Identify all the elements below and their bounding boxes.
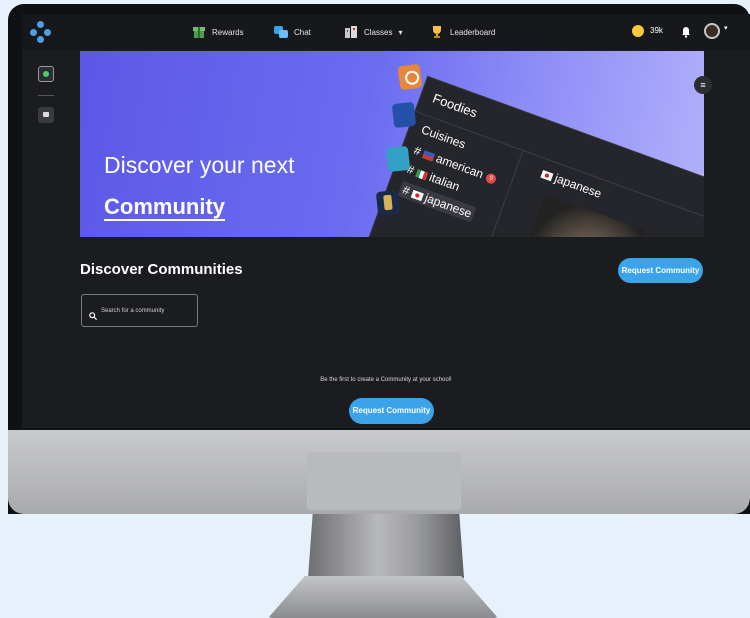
japan-flag-icon xyxy=(540,169,554,182)
monitor-chin-panel xyxy=(307,452,461,510)
request-community-button-bottom[interactable]: Request Community xyxy=(349,398,434,424)
request-community-button[interactable]: Request Community xyxy=(618,258,703,283)
rewards-icon xyxy=(192,25,206,39)
bell-icon[interactable] xyxy=(682,25,690,38)
avatar[interactable] xyxy=(704,23,720,39)
monitor-stand-neck xyxy=(308,514,464,578)
empty-state-message: Be the first to create a Community at yo… xyxy=(320,377,452,383)
nav-leaderboard-label: Leaderboard xyxy=(450,27,496,37)
page-title: Discover Communities xyxy=(80,261,243,278)
community-logo-icon xyxy=(397,63,423,91)
chevron-down-icon: ▾ xyxy=(398,27,403,37)
sidebar xyxy=(22,50,76,428)
search-placeholder: Search for a community xyxy=(101,308,165,314)
app-logo[interactable] xyxy=(30,21,52,43)
unread-badge: 5 xyxy=(484,172,498,185)
app-screen: Rewards Chat Classes ▾ Leaderboard 39k ▾… xyxy=(22,14,750,428)
preview-food-photo xyxy=(514,194,647,237)
nav-chat-label: Chat xyxy=(294,27,311,37)
trophy-icon xyxy=(430,25,444,39)
search-input[interactable]: Search for a community xyxy=(81,294,198,327)
chat-icon xyxy=(274,25,288,39)
nav-rewards-label: Rewards xyxy=(212,27,244,37)
classes-icon xyxy=(344,25,358,39)
nav-leaderboard[interactable]: Leaderboard xyxy=(430,23,495,41)
nav-chat[interactable]: Chat xyxy=(274,23,311,41)
sidebar-divider xyxy=(38,95,54,96)
japan-flag-icon xyxy=(410,189,424,201)
game-community-icon xyxy=(375,189,401,217)
collapse-menu-icon[interactable]: ≡ xyxy=(694,76,712,94)
avatar-chevron-down-icon[interactable]: ▾ xyxy=(724,24,728,32)
nav-classes-label: Classes xyxy=(364,27,393,37)
hero-subtitle: Community xyxy=(104,194,225,219)
monitor-stand-base xyxy=(268,576,498,618)
sidebar-chat-button[interactable] xyxy=(38,107,54,123)
book-club-icon xyxy=(385,145,411,173)
nav-rewards[interactable]: Rewards xyxy=(192,23,244,41)
coin-icon xyxy=(632,25,644,37)
hero-banner: Foodies Cuisines #american 5 #italian #ja… xyxy=(80,51,704,237)
sidebar-community-button[interactable] xyxy=(38,66,54,82)
preview-community-name: Foodies xyxy=(430,90,480,121)
us-flag-icon xyxy=(421,150,435,162)
search-icon xyxy=(89,307,98,321)
coin-balance[interactable]: 39k xyxy=(650,26,663,35)
top-nav: Rewards Chat Classes ▾ Leaderboard 39k ▾ xyxy=(22,14,750,50)
italy-flag-icon xyxy=(414,168,428,181)
nav-classes[interactable]: Classes ▾ xyxy=(344,23,402,41)
hero-title: Discover your next xyxy=(104,152,295,178)
pattern-community-icon xyxy=(391,101,417,129)
